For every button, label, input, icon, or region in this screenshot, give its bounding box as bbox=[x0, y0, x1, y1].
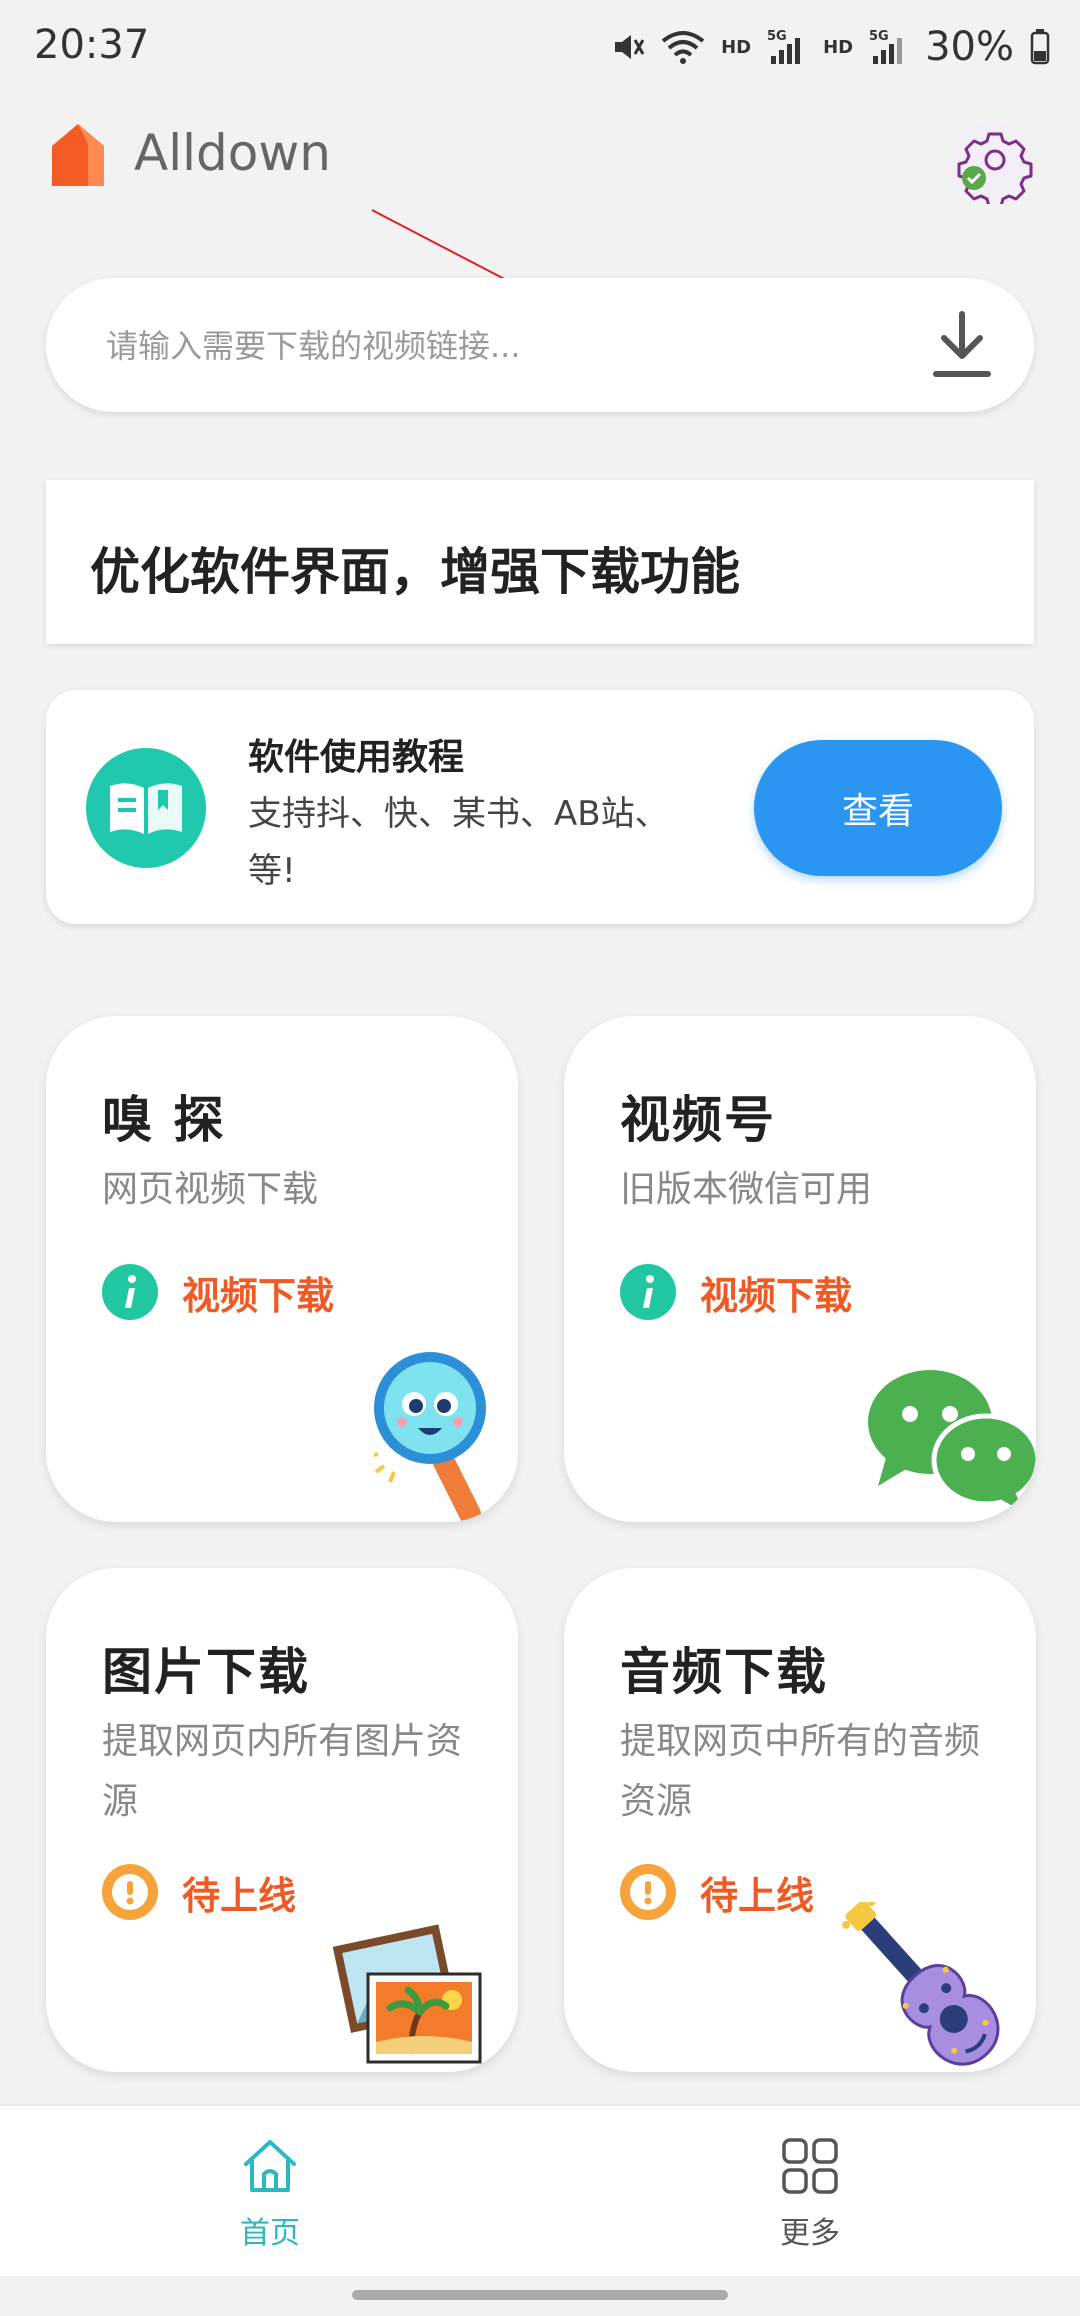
tutorial-title: 软件使用教程 bbox=[248, 737, 465, 778]
signal-icon: 5G bbox=[767, 29, 801, 64]
mute-icon bbox=[615, 35, 645, 59]
notice-text: 优化软件界面，增强下载功能 bbox=[90, 543, 740, 601]
nav-label-home: 首页 bbox=[240, 2216, 300, 2251]
app-title: Alldown bbox=[134, 124, 331, 182]
battery-percent: 30% bbox=[925, 24, 1014, 70]
home-icon bbox=[244, 2140, 296, 2192]
feature-status: 待上线 bbox=[102, 1864, 296, 1920]
feature-subtitle: 提取网页中所有的音频资源 bbox=[620, 1721, 981, 1822]
feature-subtitle: 网页视频下载 bbox=[102, 1169, 319, 1210]
svg-text:5G: 5G bbox=[869, 29, 889, 44]
guitar-icon bbox=[842, 1902, 1000, 2066]
hd-indicator: HD bbox=[721, 36, 752, 58]
info-icon bbox=[102, 1264, 158, 1320]
feature-status: 视频下载 bbox=[620, 1264, 852, 1320]
feature-status-label: 待上线 bbox=[700, 1873, 815, 1918]
grid-icon bbox=[782, 2138, 838, 2194]
info-icon bbox=[620, 1264, 676, 1320]
notice-banner: 优化软件界面，增强下载功能 bbox=[46, 480, 1034, 644]
feature-title: 嗅 探 bbox=[102, 1091, 226, 1149]
svg-text:5G: 5G bbox=[767, 29, 787, 44]
download-icon[interactable] bbox=[926, 308, 998, 384]
nav-label-more: 更多 bbox=[780, 2216, 840, 2251]
bottom-navigation: 首页 更多 bbox=[0, 2106, 1080, 2276]
wechat-icon bbox=[868, 1370, 1036, 1512]
view-tutorial-button[interactable]: 查看 bbox=[754, 740, 1002, 876]
tutorial-card: 软件使用教程 支持抖、快、某书、AB站、等! 查看 bbox=[46, 690, 1034, 924]
book-icon bbox=[86, 748, 206, 868]
magnifier-mascot-icon bbox=[374, 1352, 486, 1522]
status-bar: 20:37 HD 5G HD 5G 30% bbox=[0, 0, 1080, 96]
feature-status: 待上线 bbox=[620, 1864, 814, 1920]
feature-title: 视频号 bbox=[620, 1091, 776, 1149]
home-indicator[interactable] bbox=[352, 2290, 728, 2300]
status-time: 20:37 bbox=[34, 22, 150, 68]
feature-subtitle: 旧版本微信可用 bbox=[620, 1169, 873, 1210]
pictures-icon bbox=[332, 1924, 482, 2064]
feature-status: 视频下载 bbox=[102, 1264, 334, 1320]
app-logo-icon bbox=[52, 124, 104, 186]
app-header: Alldown bbox=[0, 110, 1080, 210]
hd-indicator-2: HD bbox=[823, 36, 854, 58]
settings-gear-icon[interactable] bbox=[950, 120, 1034, 204]
feature-status-label: 视频下载 bbox=[700, 1273, 853, 1318]
feature-title: 图片下载 bbox=[102, 1643, 310, 1701]
video-link-input[interactable] bbox=[104, 314, 908, 378]
link-search-box bbox=[46, 278, 1034, 412]
wifi-icon bbox=[661, 31, 705, 64]
feature-card-sniff[interactable]: 嗅 探 网页视频下载 视频下载 bbox=[46, 1016, 518, 1522]
nav-item-more[interactable]: 更多 bbox=[710, 2136, 910, 2256]
signal-icon-2: 5G bbox=[869, 29, 903, 64]
feature-status-label: 视频下载 bbox=[182, 1273, 335, 1318]
battery-icon bbox=[1030, 29, 1050, 65]
feature-card-image-download[interactable]: 图片下载 提取网页内所有图片资源 待上线 bbox=[46, 1568, 518, 2072]
status-icons: HD 5G HD 5G 30% bbox=[611, 24, 1050, 70]
warning-icon bbox=[102, 1864, 158, 1920]
feature-status-label: 待上线 bbox=[182, 1873, 297, 1918]
tutorial-description: 支持抖、快、某书、AB站、等! bbox=[248, 794, 669, 891]
feature-card-channels[interactable]: 视频号 旧版本微信可用 视频下载 bbox=[564, 1016, 1036, 1522]
nav-item-home[interactable]: 首页 bbox=[170, 2136, 370, 2256]
feature-subtitle: 提取网页内所有图片资源 bbox=[102, 1721, 463, 1822]
warning-icon bbox=[620, 1864, 676, 1920]
feature-title: 音频下载 bbox=[620, 1643, 828, 1701]
feature-card-audio-download[interactable]: 音频下载 提取网页中所有的音频资源 待上线 bbox=[564, 1568, 1036, 2072]
